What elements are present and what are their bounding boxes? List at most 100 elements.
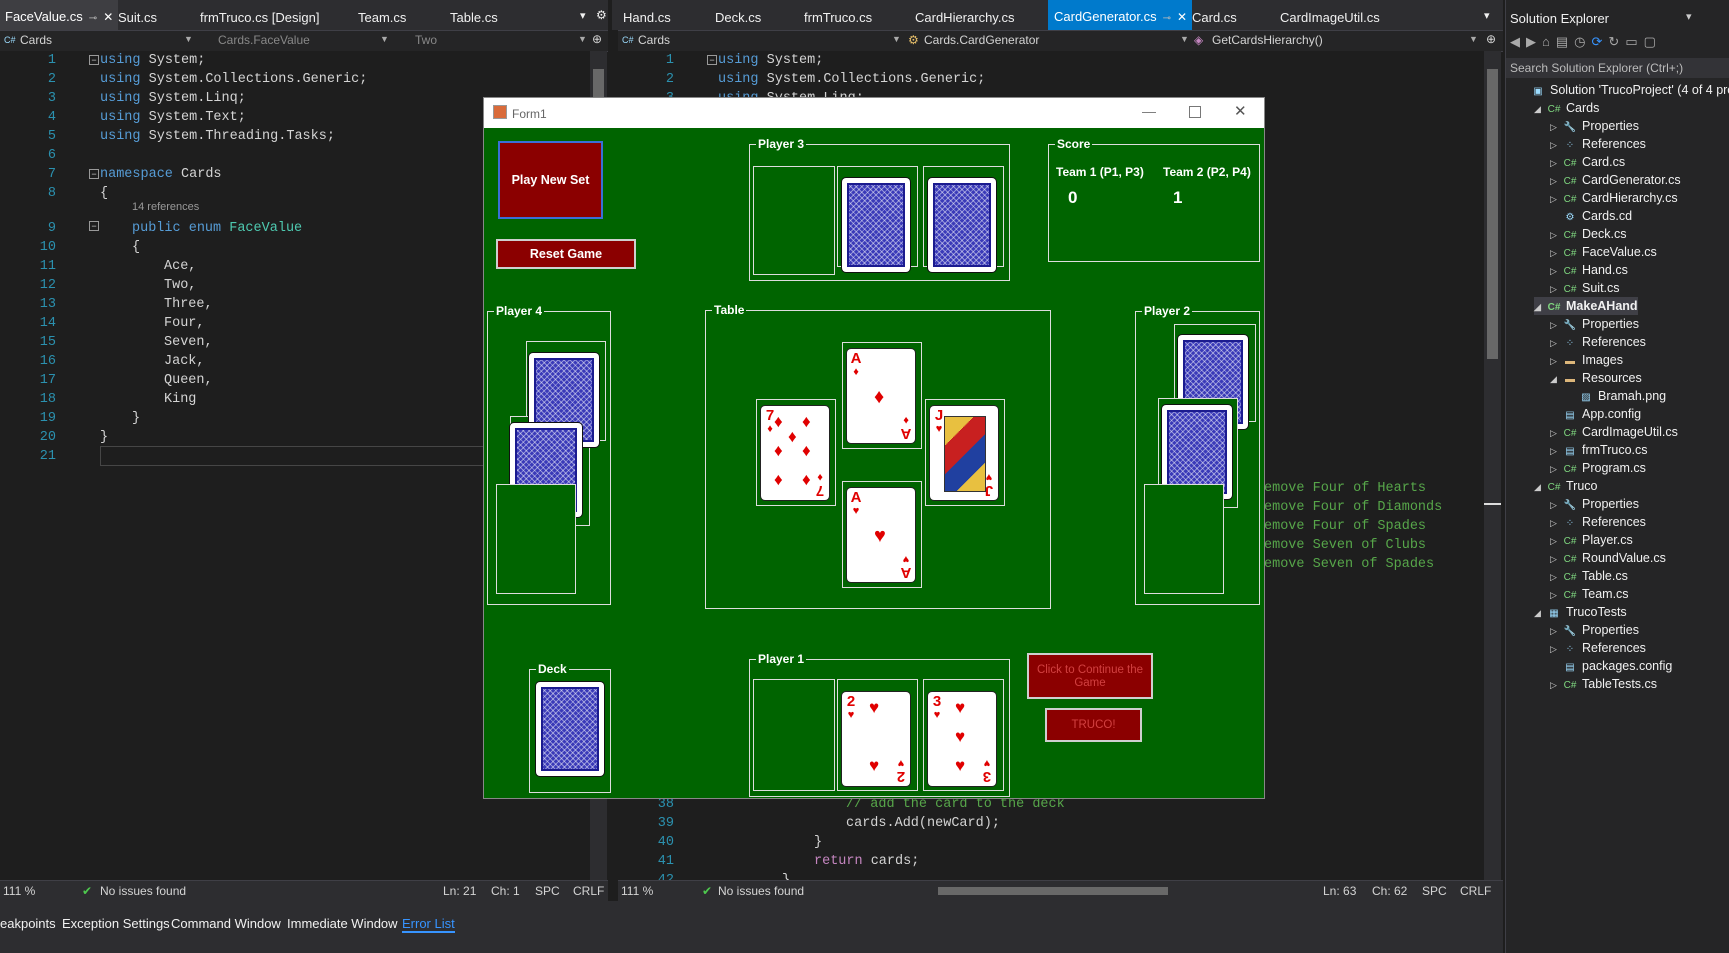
type-dropdown[interactable]: Cards.CardGenerator — [924, 33, 1039, 47]
collapsed-arrow-icon[interactable]: ▷ — [1550, 676, 1562, 694]
maximize-icon[interactable] — [1189, 106, 1201, 118]
playing-card[interactable]: J ♥ J ♥ — [930, 406, 998, 500]
tree-item[interactable]: ▷ C# Table.cs — [1550, 567, 1628, 585]
playing-card[interactable]: A ♥ A ♥ ♥ — [847, 488, 915, 582]
refresh-icon[interactable]: ↻ — [1608, 34, 1625, 49]
forward-icon[interactable]: ▶ — [1526, 34, 1542, 49]
minimize-icon[interactable]: — — [1142, 103, 1156, 119]
split-icon[interactable]: ⊕ — [1486, 32, 1496, 46]
tree-item[interactable]: ▷ C# Deck.cs — [1550, 225, 1626, 243]
tree-item[interactable]: ▷ ⁘ References — [1550, 333, 1646, 351]
expanded-arrow-icon[interactable]: ◢ — [1534, 100, 1546, 118]
reset-game-button[interactable]: Reset Game — [496, 239, 636, 269]
expanded-arrow-icon[interactable]: ◢ — [1550, 370, 1562, 388]
tab-cardgenerator[interactable]: CardGenerator.cs ⊸ ✕ — [1048, 0, 1192, 30]
tab-breakpoints[interactable]: eakpoints — [0, 916, 56, 931]
split-icon[interactable]: ⊕ — [592, 32, 602, 46]
collapse-icon[interactable]: − — [89, 221, 99, 231]
truco-button[interactable]: TRUCO! — [1045, 708, 1142, 742]
collapsed-arrow-icon[interactable]: ▷ — [1550, 190, 1562, 208]
collapse-all-icon[interactable]: ▭ — [1625, 34, 1643, 49]
card-back[interactable] — [928, 178, 996, 272]
tab-facevalue[interactable]: FaceValue.cs ⊸ ✕ — [0, 0, 119, 30]
tab-list-dropdown-icon[interactable]: ▾ — [580, 9, 586, 22]
collapsed-arrow-icon[interactable]: ▷ — [1550, 496, 1562, 514]
refs-codelens[interactable]: 14 references — [132, 201, 199, 213]
card-slot-empty[interactable] — [1144, 484, 1224, 594]
member-dropdown[interactable]: GetCardsHierarchy() — [1212, 33, 1323, 47]
pin-icon[interactable]: ⊸ — [89, 13, 97, 24]
pin-icon[interactable]: ⊸ — [1163, 13, 1171, 24]
expanded-arrow-icon[interactable]: ◢ — [1534, 604, 1546, 622]
tree-item[interactable]: ◢ C# Truco — [1534, 477, 1598, 495]
collapsed-arrow-icon[interactable]: ▷ — [1550, 172, 1562, 190]
project-dropdown[interactable]: Cards — [638, 33, 670, 47]
expanded-arrow-icon[interactable]: ◢ — [1534, 298, 1546, 316]
tab-error-list[interactable]: Error List — [402, 916, 455, 933]
horizontal-scrollbar[interactable] — [938, 887, 1168, 895]
deck-card-back[interactable] — [536, 682, 604, 776]
expanded-arrow-icon[interactable]: ◢ — [1534, 478, 1546, 496]
tree-item[interactable]: ▷ ⁘ References — [1550, 639, 1646, 657]
playing-card[interactable]: 7 ♦ 7 ♦ ♦ ♦ ♦ ♦ ♦ ♦ ♦ — [761, 406, 829, 500]
collapsed-arrow-icon[interactable]: ▷ — [1550, 442, 1562, 460]
collapsed-arrow-icon[interactable]: ▷ — [1550, 226, 1562, 244]
collapsed-arrow-icon[interactable]: ▷ — [1550, 550, 1562, 568]
card-back[interactable] — [842, 178, 910, 272]
member-dropdown[interactable]: Two — [415, 33, 437, 47]
search-solution-input[interactable]: Search Solution Explorer (Ctrl+;) — [1506, 58, 1729, 78]
collapse-icon[interactable]: − — [707, 55, 717, 65]
collapsed-arrow-icon[interactable]: ▷ — [1550, 424, 1562, 442]
collapsed-arrow-icon[interactable]: ▷ — [1550, 136, 1562, 154]
tab-cardimageutil[interactable]: CardImageUtil.cs — [1280, 10, 1380, 25]
pending-changes-icon[interactable]: ◷ — [1574, 34, 1591, 49]
tree-item[interactable]: ◢ ▦ TrucoTests — [1534, 603, 1627, 621]
collapsed-arrow-icon[interactable]: ▷ — [1550, 640, 1562, 658]
switch-views-icon[interactable]: ▤ — [1556, 34, 1574, 49]
collapsed-arrow-icon[interactable]: ▷ — [1550, 622, 1562, 640]
tree-item[interactable]: ▣Solution 'TrucoProject' (4 of 4 project… — [1518, 81, 1729, 99]
card-slot-empty[interactable] — [496, 484, 576, 594]
zoom-level[interactable]: 111 % — [3, 884, 35, 898]
collapsed-arrow-icon[interactable]: ▷ — [1550, 154, 1562, 172]
tree-item[interactable]: ⚙ Cards.cd — [1550, 207, 1633, 225]
collapsed-arrow-icon[interactable]: ▷ — [1550, 316, 1562, 334]
collapsed-arrow-icon[interactable]: ▷ — [1550, 352, 1562, 370]
gear-icon[interactable]: ⚙ — [596, 8, 607, 22]
collapsed-arrow-icon[interactable]: ▷ — [1550, 280, 1562, 298]
collapsed-arrow-icon[interactable]: ▷ — [1550, 586, 1562, 604]
tab-suit[interactable]: Suit.cs — [118, 10, 157, 25]
tab-frmtruco-design[interactable]: frmTruco.cs [Design] — [200, 10, 319, 25]
right-vertical-scrollbar[interactable] — [1484, 51, 1501, 880]
tree-item[interactable]: ◢ C# MakeAHand — [1534, 297, 1638, 315]
tree-item[interactable]: ▷ C# Team.cs — [1550, 585, 1629, 603]
tree-item[interactable]: ▷ ▬ Images — [1550, 351, 1623, 369]
close-icon[interactable]: ✕ — [1177, 10, 1187, 24]
tab-immediate-window[interactable]: Immediate Window — [287, 916, 398, 931]
tree-item[interactable]: ▷ ⁘ References — [1550, 135, 1646, 153]
tree-item[interactable]: ▷ C# TableTests.cs — [1550, 675, 1657, 693]
panel-options-icon[interactable]: ▾ — [1686, 10, 1692, 23]
tree-item[interactable]: ▷ 🔧 Properties — [1550, 495, 1639, 513]
collapsed-arrow-icon[interactable]: ▷ — [1550, 568, 1562, 586]
collapse-icon[interactable]: − — [89, 55, 99, 65]
tab-exception-settings[interactable]: Exception Settings — [62, 916, 170, 931]
close-icon[interactable]: ✕ — [1234, 102, 1247, 120]
issues-status[interactable]: No issues found — [718, 884, 804, 898]
project-dropdown[interactable]: Cards — [20, 33, 52, 47]
tab-command-window[interactable]: Command Window — [171, 916, 281, 931]
play-new-set-button[interactable]: Play New Set — [498, 141, 603, 219]
sync-icon[interactable]: ⟳ — [1592, 34, 1609, 49]
tree-item[interactable]: ▷ C# RoundValue.cs — [1550, 549, 1666, 567]
tree-item[interactable]: ▷ 🔧 Properties — [1550, 117, 1639, 135]
tree-item[interactable]: ▷ C# FaceValue.cs — [1550, 243, 1657, 261]
tree-item[interactable]: ▷ C# Program.cs — [1550, 459, 1646, 477]
collapsed-arrow-icon[interactable]: ▷ — [1550, 532, 1562, 550]
tree-item[interactable]: ▤ packages.config — [1550, 657, 1672, 675]
zoom-level[interactable]: 111 % — [621, 884, 653, 898]
scroll-thumb[interactable] — [1487, 69, 1498, 359]
tree-item[interactable]: ▷ C# Card.cs — [1550, 153, 1625, 171]
back-icon[interactable]: ◀ — [1510, 34, 1526, 49]
tree-item[interactable]: ▷ C# Player.cs — [1550, 531, 1633, 549]
tree-item[interactable]: ◢ C# Cards — [1534, 99, 1599, 117]
